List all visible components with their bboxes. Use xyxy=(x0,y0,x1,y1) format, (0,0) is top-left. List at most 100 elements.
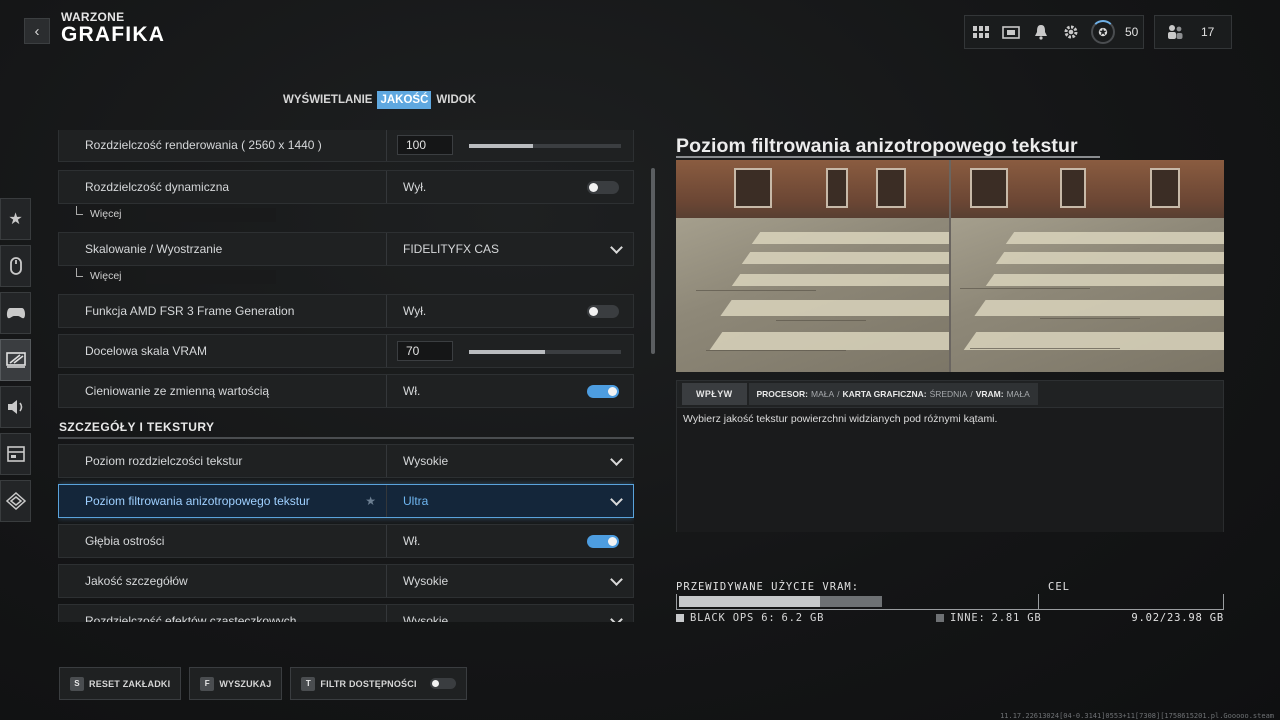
render-resolution-slider[interactable] xyxy=(469,144,621,148)
vram-scale-input[interactable]: 70 xyxy=(397,341,453,361)
setting-label: Poziom rozdzielczości tekstur xyxy=(59,445,387,477)
setting-texture-resolution[interactable]: Poziom rozdzielczości tekstur Wysokie xyxy=(58,444,634,478)
vram-total: 9.02/23.98 GB xyxy=(1131,612,1224,624)
sidenav-mouse[interactable] xyxy=(0,245,31,287)
tab-jakosc[interactable]: JAKOŚĆ xyxy=(377,91,432,109)
friends-icon xyxy=(1165,22,1185,42)
version-string: 11.17.22613024[04-0.3141]0553+11[7308][1… xyxy=(1000,712,1274,720)
sidenav-interface[interactable] xyxy=(0,433,31,475)
tab-wyswietlanie[interactable]: WYŚWIETLANIE xyxy=(280,91,375,109)
setting-value: Wył. xyxy=(403,304,427,318)
search-label: WYSZUKAJ xyxy=(219,678,272,689)
setting-value: Wł. xyxy=(403,534,421,548)
vram-target-tick xyxy=(1038,594,1039,610)
preview-left xyxy=(676,160,950,372)
sidenav-favorites[interactable]: ★ xyxy=(0,198,31,240)
setting-value: FIDELITYFX CAS xyxy=(403,242,500,256)
sidenav-audio[interactable] xyxy=(0,386,31,428)
setting-vram-scale[interactable]: Docelowa skala VRAM 70 xyxy=(58,334,634,368)
sidenav-network[interactable] xyxy=(0,480,31,522)
favorite-star-icon[interactable]: ★ xyxy=(365,494,376,508)
graphics-icon xyxy=(5,352,26,368)
vram-other-label: INNE: xyxy=(950,612,986,624)
star-icon: ★ xyxy=(8,211,23,228)
player-level[interactable]: ✪ 50 xyxy=(1091,20,1138,44)
impact-tag: WPŁYW xyxy=(682,383,747,405)
setting-render-resolution[interactable]: Rozdzielczość renderowania ( 2560 x 1440… xyxy=(58,130,634,162)
fsr-frame-gen-toggle[interactable] xyxy=(587,305,619,318)
friends-count: 17 xyxy=(1201,25,1215,39)
top-bar: ✪ 50 xyxy=(964,15,1144,49)
grid-icon[interactable] xyxy=(971,22,991,42)
setting-value: Wył. xyxy=(403,180,427,194)
setting-particle-resolution[interactable]: Rozdzielczość efektów cząsteczkowych Wys… xyxy=(58,604,634,622)
chevron-down-icon xyxy=(610,241,623,254)
page-title-small: WARZONE xyxy=(61,10,125,24)
setting-upscaling[interactable]: Skalowanie / Wyostrzanie FIDELITYFX CAS xyxy=(58,232,634,266)
setting-anisotropic-filtering[interactable]: Poziom filtrowania anizotropowego tekstu… xyxy=(58,484,634,518)
vram-game-label: BLACK OPS 6: xyxy=(690,612,776,624)
setting-label: Rozdzielczość dynamiczna xyxy=(59,171,387,203)
impact-vram-value: MAŁA xyxy=(1006,389,1030,399)
sidenav-controller[interactable] xyxy=(0,292,31,334)
impact-cpu-value: MAŁA xyxy=(810,389,835,399)
setting-fsr-frame-gen[interactable]: Funkcja AMD FSR 3 Frame Generation Wył. xyxy=(58,294,634,328)
more-link-2[interactable]: Więcej xyxy=(76,267,276,285)
key-hint: S xyxy=(70,676,84,691)
friends-panel[interactable]: 17 xyxy=(1154,15,1232,49)
impact-cpu-key: PROCESOR: xyxy=(756,389,808,399)
render-resolution-input[interactable]: 100 xyxy=(397,135,453,155)
preview-image xyxy=(676,160,1224,372)
setting-label: Funkcja AMD FSR 3 Frame Generation xyxy=(59,295,387,327)
chevron-down-icon xyxy=(610,493,623,506)
settings-scrollbar[interactable] xyxy=(651,168,655,354)
reset-tab-label: RESET ZAKŁADKI xyxy=(89,678,171,689)
setting-dynamic-resolution[interactable]: Rozdzielczość dynamiczna Wył. xyxy=(58,170,634,204)
reset-tab-button[interactable]: S RESET ZAKŁADKI xyxy=(59,667,182,700)
variable-rate-shading-toggle[interactable] xyxy=(587,385,619,398)
accessibility-filter-toggle[interactable] xyxy=(429,678,456,689)
bell-icon[interactable] xyxy=(1031,22,1051,42)
detail-title-underline xyxy=(676,156,1100,158)
key-hint: T xyxy=(301,676,316,691)
setting-value: Wysokie xyxy=(403,614,449,622)
vram-game-fill xyxy=(679,596,820,607)
setting-variable-rate-shading[interactable]: Cieniowanie ze zmienną wartością Wł. xyxy=(58,374,634,408)
store-icon[interactable] xyxy=(1001,22,1021,42)
setting-label: Głębia ostrości xyxy=(59,525,387,557)
sidenav-graphics[interactable] xyxy=(0,339,31,381)
setting-label: Poziom filtrowania anizotropowego tekstu… xyxy=(59,485,387,517)
vram-other-fill xyxy=(820,596,882,607)
bottom-actions: S RESET ZAKŁADKI F WYSZUKAJ T FILTR DOST… xyxy=(59,667,467,700)
accessibility-filter-button[interactable]: T FILTR DOSTĘPNOŚCI xyxy=(290,667,467,700)
dynamic-resolution-toggle[interactable] xyxy=(587,181,619,194)
tab-widok[interactable]: WIDOK xyxy=(433,91,479,109)
description-box xyxy=(676,408,1224,532)
setting-label: Cieniowanie ze zmienną wartością xyxy=(59,375,387,407)
setting-value: Wysokie xyxy=(403,574,449,588)
settings-list: Rozdzielczość renderowania ( 2560 x 1440… xyxy=(58,130,634,622)
network-icon xyxy=(5,492,26,510)
setting-label: Rozdzielczość efektów cząsteczkowych xyxy=(59,605,387,622)
page-title: WARZONE GRAFIKA xyxy=(61,11,165,45)
gear-icon[interactable] xyxy=(1061,22,1081,42)
preview-right xyxy=(950,160,1224,372)
more-link-1[interactable]: Więcej xyxy=(76,205,276,223)
chevron-down-icon xyxy=(610,453,623,466)
interface-icon xyxy=(6,446,25,462)
back-button[interactable]: ‹ xyxy=(24,18,50,44)
setting-detail-quality[interactable]: Jakość szczegółów Wysokie xyxy=(58,564,634,598)
depth-of-field-toggle[interactable] xyxy=(587,535,619,548)
setting-value: Wysokie xyxy=(403,454,449,468)
accessibility-filter-label: FILTR DOSTĘPNOŚCI xyxy=(320,678,417,689)
level-number: 50 xyxy=(1125,25,1139,39)
section-details-textures: SZCZEGÓŁY I TEKSTURY xyxy=(59,420,215,434)
level-icon: ✪ xyxy=(1091,20,1115,44)
setting-depth-of-field[interactable]: Głębia ostrości Wł. xyxy=(58,524,634,558)
mouse-icon xyxy=(9,257,22,275)
vram-scale-slider[interactable] xyxy=(469,350,621,354)
search-button[interactable]: F WYSZUKAJ xyxy=(189,667,283,700)
settings-tabs: WYŚWIETLANIE JAKOŚĆ WIDOK xyxy=(280,91,479,109)
impact-bar: WPŁYW PROCESOR: MAŁA / KARTA GRAFICZNA: … xyxy=(676,380,1224,408)
more-label: Więcej xyxy=(90,270,122,282)
